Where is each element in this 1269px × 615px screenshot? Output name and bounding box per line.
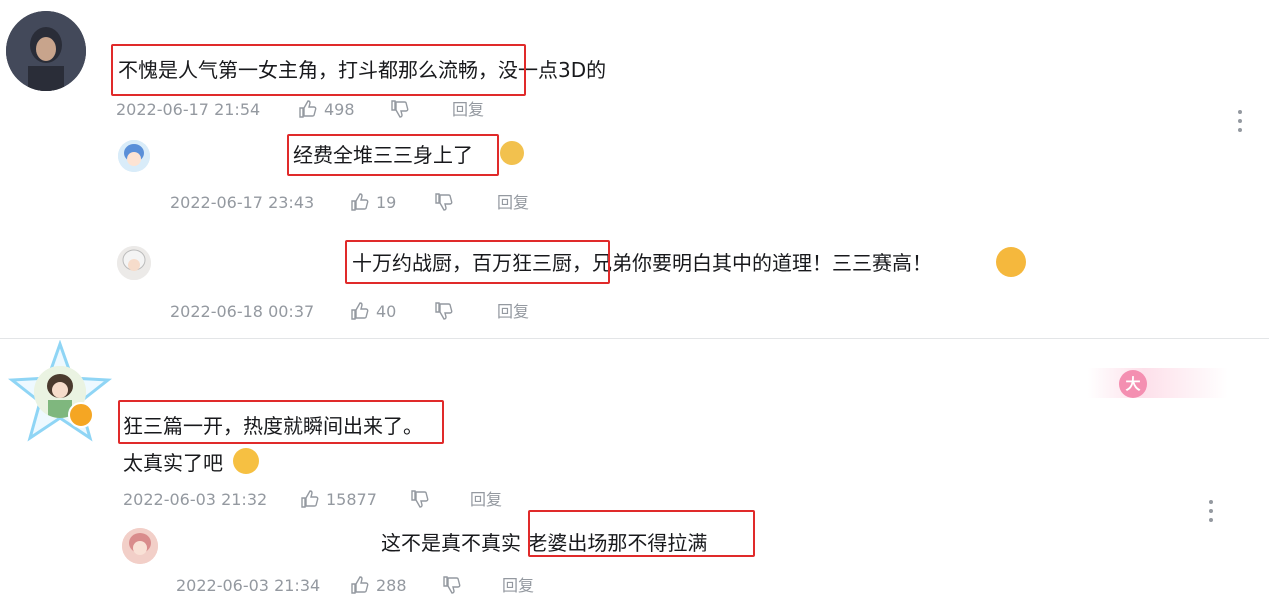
more-options-icon[interactable] [1237, 110, 1243, 132]
reply-text: 经费全堆三三身上了 [293, 143, 473, 167]
thumb-up-icon [301, 490, 319, 508]
like-button[interactable]: 15877 [300, 489, 377, 509]
reply-button[interactable]: 回复 [452, 100, 484, 120]
avatar[interactable] [117, 246, 151, 280]
reply-button[interactable]: 回复 [502, 576, 534, 596]
thumb-up-icon [351, 302, 369, 320]
thumb-up-icon [351, 193, 369, 211]
comment-time: 2022-06-17 21:54 [116, 100, 261, 119]
reply-button[interactable]: 回复 [497, 193, 529, 213]
avatar[interactable] [122, 528, 158, 564]
reply-button[interactable]: 回复 [497, 302, 529, 322]
badge-label: 大 [1125, 375, 1141, 393]
comment-time: 2022-06-03 21:32 [123, 490, 268, 509]
reply-button[interactable]: 回复 [470, 490, 502, 510]
thumb-down-icon [435, 302, 453, 320]
like-button[interactable]: 288 [350, 575, 407, 595]
badge-icon: 大 [1119, 370, 1147, 398]
reply-time: 2022-06-17 23:43 [170, 193, 315, 212]
comment-text: 不愧是人气第一女主角，打斗都那么流畅，没一点3D的 [118, 58, 607, 82]
lightning-badge-icon [68, 402, 94, 428]
like-button[interactable]: 40 [350, 301, 396, 321]
like-count: 19 [376, 192, 397, 212]
like-button[interactable]: 498 [298, 99, 355, 119]
thumb-up-icon [299, 100, 317, 118]
comment-text-line2: 太真实了吧 [123, 451, 223, 475]
avatar[interactable] [6, 11, 86, 91]
more-options-icon[interactable] [1208, 500, 1214, 522]
dislike-button[interactable] [410, 489, 430, 509]
avatar[interactable] [118, 140, 150, 172]
comment-text: 狂三篇一开，热度就瞬间出来了。 [123, 414, 423, 438]
reply-text: 这不是真不真实 老婆出场那不得拉满 [381, 531, 708, 555]
like-count: 40 [376, 301, 397, 321]
dislike-button[interactable] [390, 99, 410, 119]
doge-emoji-icon [500, 141, 524, 165]
fan-badge [1088, 368, 1228, 398]
reply-time: 2022-06-03 21:34 [176, 576, 321, 595]
like-count: 288 [376, 575, 407, 595]
reply-time: 2022-06-18 00:37 [170, 302, 315, 321]
thumb-down-icon [391, 100, 409, 118]
dislike-button[interactable] [434, 192, 454, 212]
reply-text: 十万约战厨，百万狂三厨，兄弟你要明白其中的道理！三三赛高！ [352, 251, 932, 275]
thumb-down-icon [443, 576, 461, 594]
thumb-up-icon [351, 576, 369, 594]
like-count: 15877 [326, 489, 377, 509]
thumb-down-icon [411, 490, 429, 508]
dislike-button[interactable] [442, 575, 462, 595]
dislike-button[interactable] [434, 301, 454, 321]
like-button[interactable]: 19 [350, 192, 396, 212]
surprised-emoji-icon [996, 247, 1026, 277]
thumb-down-icon [435, 193, 453, 211]
laughing-emoji-icon [233, 448, 259, 474]
divider [0, 338, 1269, 339]
like-count: 498 [324, 99, 355, 119]
